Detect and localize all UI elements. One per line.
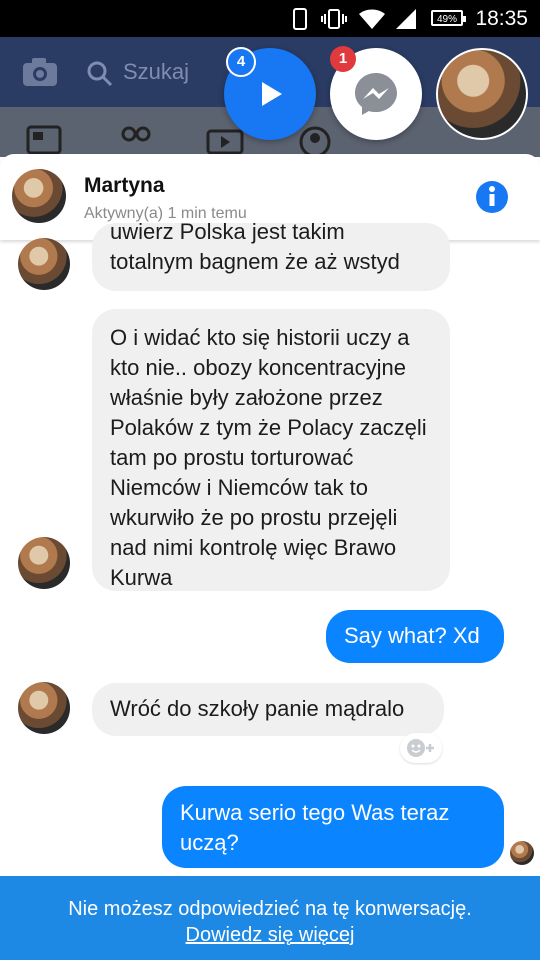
cannot-reply-banner: Nie możesz odpowiedzieć na tę konwersacj… xyxy=(0,876,540,960)
message-bubble-outgoing[interactable]: Kurwa serio tego Was teraz uczą? xyxy=(162,786,504,868)
status-bar: 49% 18:35 xyxy=(0,0,540,37)
learn-more-link[interactable]: Dowiedz się więcej xyxy=(0,924,540,947)
search-icon xyxy=(87,61,113,87)
message-bubble-outgoing[interactable]: Say what? Xd xyxy=(326,610,504,663)
camera-icon[interactable] xyxy=(22,57,58,87)
video-badge: 4 xyxy=(226,47,256,77)
friends-icon[interactable] xyxy=(117,125,155,155)
contact-name[interactable]: Martyna xyxy=(84,174,165,198)
avatar xyxy=(18,537,70,589)
info-icon[interactable] xyxy=(474,179,510,215)
clock: 18:35 xyxy=(475,7,528,30)
wifi-icon xyxy=(359,9,385,29)
emoji-add-icon xyxy=(407,739,434,757)
reaction-button[interactable] xyxy=(400,733,442,763)
phone-icon xyxy=(293,8,307,30)
watch-icon[interactable] xyxy=(206,125,244,155)
search-placeholder: Szukaj xyxy=(123,59,190,84)
news-feed-icon[interactable] xyxy=(26,125,62,155)
message-bubble[interactable]: uwierz Polska jest takim totalnym bagnem… xyxy=(92,223,450,291)
battery-indicator: 49% xyxy=(431,10,466,26)
message-bubble[interactable]: Wróć do szkoły panie mądralo xyxy=(92,683,444,736)
avatar xyxy=(18,682,70,734)
martyna-chat-head[interactable] xyxy=(436,48,528,140)
messenger-icon xyxy=(355,73,397,115)
read-receipt-avatar xyxy=(510,841,534,865)
search-box[interactable]: Szukaj xyxy=(85,55,225,91)
vibrate-icon xyxy=(321,9,347,29)
message-bubble[interactable]: O i widać kto się historii uczy a kto ni… xyxy=(92,309,450,591)
profile-icon[interactable] xyxy=(296,125,334,155)
cannot-reply-text: Nie możesz odpowiedzieć na tę konwersacj… xyxy=(68,898,472,920)
signal-icon xyxy=(396,9,416,29)
contact-status: Aktywny(a) 1 min temu xyxy=(84,205,247,222)
messenger-badge: 1 xyxy=(330,46,356,72)
avatar[interactable] xyxy=(12,169,66,223)
avatar xyxy=(18,238,70,290)
play-icon xyxy=(262,82,282,106)
